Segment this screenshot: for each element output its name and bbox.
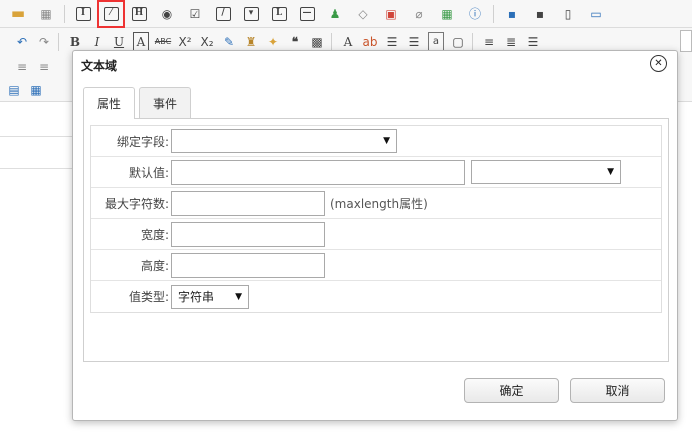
toolbar-overflow-box: [680, 30, 692, 52]
font-border-icon[interactable]: A: [133, 32, 149, 52]
text-color-icon[interactable]: A: [340, 32, 356, 52]
height-input[interactable]: [171, 252, 325, 278]
format-painter-icon[interactable]: ♜: [243, 32, 259, 52]
toolbar-divider: [64, 4, 65, 23]
toolbar-divider: [472, 33, 473, 51]
dropdown-icon[interactable]: ▾: [241, 4, 261, 24]
default-value-select[interactable]: ▼: [471, 160, 621, 184]
date-picker-icon[interactable]: ▣: [381, 4, 401, 24]
document-line: [0, 168, 80, 169]
height-row: 高度:: [91, 250, 661, 281]
redo-icon[interactable]: ↷: [36, 32, 52, 52]
brush-icon[interactable]: ✎: [221, 32, 237, 52]
bold-icon[interactable]: B: [67, 32, 83, 52]
close-icon[interactable]: ✕: [650, 55, 667, 72]
save-as-icon[interactable]: ▪: [530, 4, 550, 24]
radio-button-icon[interactable]: ◉: [157, 4, 177, 24]
form-controls-toolbar: ▬ ▦ I ⁄ H ◉ ☑ / ▾ L — ♟ ◇ ▣ ⌀ ▦ ⓘ ▪ ▪ ▯ …: [0, 0, 692, 28]
clear-format-icon[interactable]: ▩: [309, 32, 325, 52]
value-type-select[interactable]: 字符串 ▼: [171, 284, 249, 309]
align-left-icon[interactable]: ≡: [14, 57, 30, 77]
user-picker-icon[interactable]: ♟: [325, 4, 345, 24]
ordered-list-icon[interactable]: ☰: [384, 32, 400, 52]
toolbar-divider: [331, 33, 332, 51]
tab-events[interactable]: 事件: [139, 87, 192, 118]
superscript-icon[interactable]: X²: [177, 32, 193, 52]
width-row: 宽度:: [91, 219, 661, 250]
textarea-icon[interactable]: ⁄: [97, 0, 125, 28]
hidden-field-icon[interactable]: H: [129, 4, 149, 24]
insert-table-icon[interactable]: ▦: [28, 80, 44, 100]
align-icon[interactable]: ≡: [481, 32, 497, 52]
magic-icon[interactable]: ✦: [265, 32, 281, 52]
unordered-list-icon[interactable]: ☰: [406, 32, 422, 52]
height-label: 高度:: [140, 258, 169, 273]
value-type-row: 值类型: 字符串 ▼: [91, 281, 661, 312]
text-box-icon[interactable]: a: [428, 32, 444, 52]
text-field-icon[interactable]: I: [73, 4, 93, 24]
bind-field-select[interactable]: ▼: [171, 129, 397, 153]
width-label: 宽度:: [140, 227, 169, 242]
dialog-title: 文本域: [81, 59, 118, 73]
properties-panel: 绑定字段: ▼ 默认值: ▼ 最大字符数: (maxlength属性) 宽度: …: [83, 118, 669, 362]
properties-form: 绑定字段: ▼ 默认值: ▼ 最大字符数: (maxlength属性) 宽度: …: [90, 125, 662, 313]
chevron-down-icon: ▼: [607, 167, 614, 177]
image-icon[interactable]: ▢: [450, 32, 466, 52]
value-type-label: 值类型:: [128, 290, 169, 304]
bind-field-row: 绑定字段: ▼: [91, 126, 661, 157]
settings-grid-icon[interactable]: ▦: [36, 4, 56, 24]
indent-icon[interactable]: ≣: [503, 32, 519, 52]
info-icon[interactable]: ⓘ: [465, 4, 485, 24]
preview-icon[interactable]: ▭: [586, 4, 606, 24]
max-length-input[interactable]: [171, 190, 325, 216]
new-document-icon[interactable]: ▯: [558, 4, 578, 24]
formula-field-icon[interactable]: /: [213, 4, 233, 24]
chevron-down-icon: ▼: [235, 291, 242, 302]
open-folder-icon[interactable]: ▬: [8, 4, 28, 24]
max-length-label: 最大字符数:: [104, 196, 169, 211]
textarea-dialog: 文本域 ✕ 属性 事件 绑定字段: ▼ 默认值: ▼ 最大字符数: (maxle…: [72, 50, 678, 421]
width-input[interactable]: [171, 221, 325, 247]
checkbox-icon[interactable]: ☑: [185, 4, 205, 24]
strikethrough-icon[interactable]: ABC: [155, 32, 171, 52]
quote-icon[interactable]: ❝: [287, 32, 303, 52]
underline-icon[interactable]: U: [111, 32, 127, 52]
save-icon[interactable]: ▪: [502, 4, 522, 24]
default-value-input[interactable]: [171, 159, 465, 185]
ok-button[interactable]: 确定: [464, 378, 559, 403]
toolbar-divider: [58, 33, 59, 51]
align-center-icon[interactable]: ≡: [36, 57, 52, 77]
document-line: [0, 136, 80, 137]
subscript-icon[interactable]: X₂: [199, 32, 215, 52]
chevron-down-icon: ▼: [383, 136, 390, 146]
bind-field-label: 绑定字段:: [116, 134, 169, 149]
default-value-row: 默认值: ▼: [91, 157, 661, 188]
label-icon[interactable]: L: [269, 4, 289, 24]
eraser-icon[interactable]: ◇: [353, 4, 373, 24]
insert-row-icon[interactable]: ▤: [6, 80, 22, 100]
dialog-tabs: 属性 事件: [83, 87, 195, 119]
attachment-icon[interactable]: ⌀: [409, 4, 429, 24]
tab-properties[interactable]: 属性: [83, 87, 136, 119]
value-type-value: 字符串: [178, 290, 215, 304]
max-length-row: 最大字符数: (maxlength属性): [91, 188, 661, 219]
max-length-hint: (maxlength属性): [330, 196, 428, 211]
line-height-icon[interactable]: ☰: [525, 32, 541, 52]
highlight-color-icon[interactable]: ab: [362, 32, 378, 52]
default-value-label: 默认值:: [128, 165, 169, 180]
button-control-icon[interactable]: —: [297, 4, 317, 24]
italic-icon[interactable]: I: [89, 32, 105, 52]
undo-icon[interactable]: ↶: [14, 32, 30, 52]
toolbar-divider: [493, 4, 494, 23]
table-icon[interactable]: ▦: [437, 4, 457, 24]
cancel-button[interactable]: 取消: [570, 378, 665, 403]
